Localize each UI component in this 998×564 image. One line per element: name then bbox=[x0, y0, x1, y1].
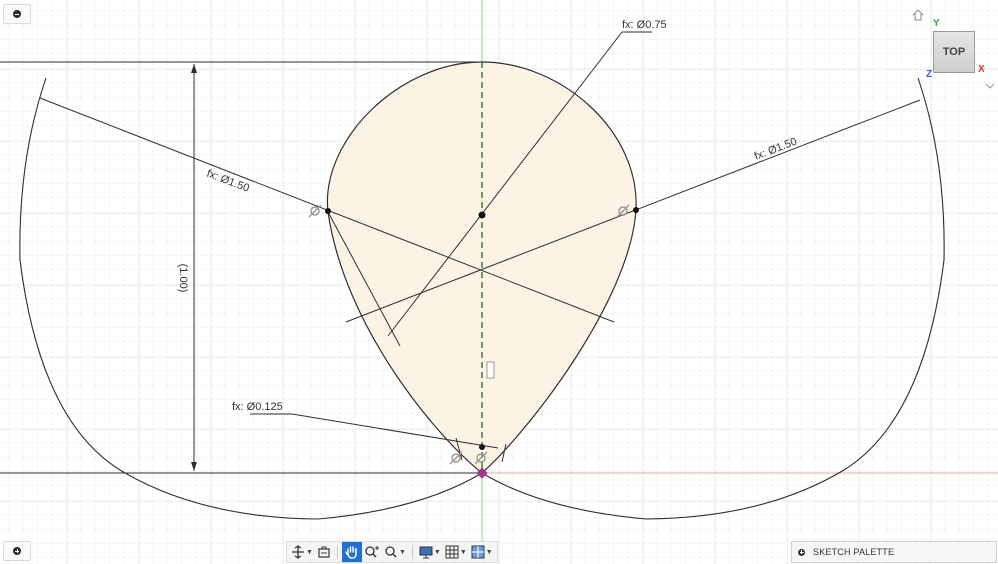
orbit-button[interactable]: ▼ bbox=[289, 542, 315, 562]
grid-settings-button[interactable]: ▼ bbox=[443, 542, 469, 562]
fit-icon bbox=[385, 546, 397, 558]
sketch-palette-bar[interactable]: SKETCH PALETTE bbox=[791, 541, 997, 563]
orbit-icon bbox=[292, 545, 304, 559]
center-point bbox=[478, 211, 486, 219]
zoom-button[interactable] bbox=[362, 542, 382, 562]
dim-small-diameter: fx: Ø0.125 bbox=[232, 401, 283, 413]
grid-settings-icon bbox=[445, 545, 459, 559]
pan-icon bbox=[345, 546, 357, 559]
display-settings-button[interactable]: ▼ bbox=[417, 542, 443, 562]
toolbar-separator bbox=[336, 545, 338, 559]
viewcube[interactable]: TOP bbox=[933, 31, 975, 73]
expand-icon bbox=[798, 548, 805, 556]
top-left-collapse-button[interactable] bbox=[3, 4, 31, 24]
collapse-icon bbox=[13, 10, 21, 18]
fit-button[interactable]: ▼ bbox=[382, 542, 408, 562]
bottom-left-expand-button[interactable] bbox=[3, 541, 31, 561]
sketch-palette-label: SKETCH PALETTE bbox=[813, 547, 895, 557]
viewports-button[interactable]: ▼ bbox=[469, 542, 495, 562]
home-icon[interactable] bbox=[912, 9, 924, 21]
viewcube-menu-icon[interactable] bbox=[985, 82, 995, 90]
small-center-point bbox=[479, 444, 485, 450]
look-at-icon bbox=[318, 546, 330, 558]
dim-height: (1.00) bbox=[177, 264, 189, 293]
left-tangent-point bbox=[325, 208, 331, 214]
pan-button[interactable] bbox=[341, 542, 362, 562]
zoom-icon bbox=[365, 546, 379, 558]
viewports-icon bbox=[471, 545, 485, 559]
y-axis-label: Y bbox=[933, 18, 940, 29]
navigation-toolbar: ▼ ▼ ▼ ▼ ▼ bbox=[286, 541, 498, 563]
x-axis-label: X bbox=[978, 64, 985, 75]
viewcube-face-top[interactable]: TOP bbox=[943, 46, 965, 58]
right-tangent-point bbox=[633, 207, 639, 213]
look-at-button[interactable] bbox=[315, 542, 333, 562]
toolbar-separator bbox=[411, 545, 413, 559]
dim-top-diameter: fx: Ø0.75 bbox=[622, 19, 667, 31]
expand-icon bbox=[13, 547, 21, 555]
display-settings-icon bbox=[419, 546, 433, 559]
z-axis-label: Z bbox=[926, 69, 933, 80]
vertical-constraint-icon bbox=[486, 361, 495, 379]
